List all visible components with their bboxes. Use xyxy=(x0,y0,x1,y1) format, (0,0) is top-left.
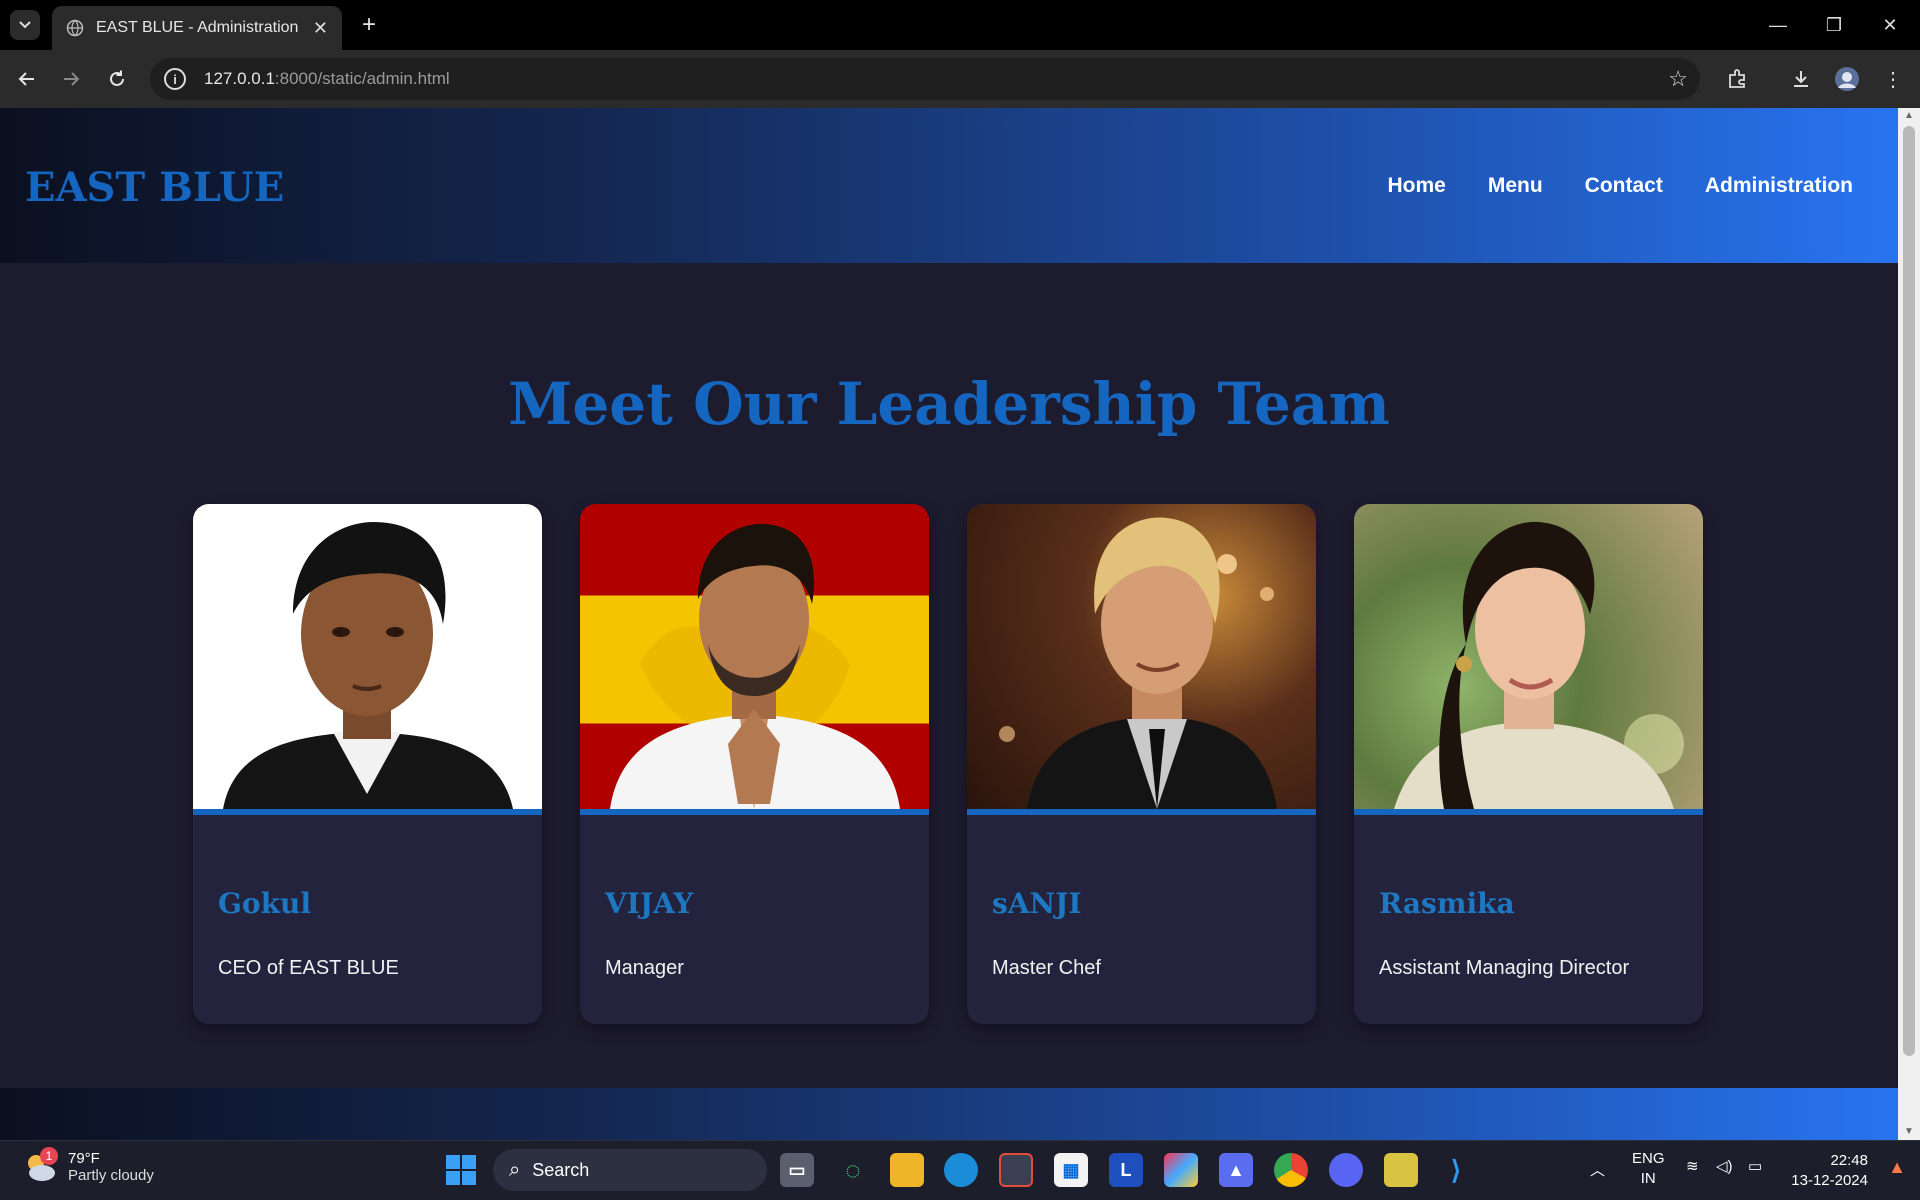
download-icon[interactable] xyxy=(1786,64,1816,94)
team-photo xyxy=(1354,504,1703,809)
member-role: Master Chef xyxy=(992,957,1101,979)
scroll-thumb[interactable] xyxy=(1903,126,1915,1056)
team-photo xyxy=(193,504,542,809)
page-viewport: EAST BLUE Home Menu Contact Administrati… xyxy=(0,108,1898,1140)
site-header: EAST BLUE Home Menu Contact Administrati… xyxy=(0,108,1898,263)
arrow-right-icon xyxy=(64,72,80,86)
member-name: sANJI xyxy=(992,887,1082,920)
team-photo xyxy=(967,504,1316,809)
team-card: sANJI Master Chef xyxy=(967,504,1316,1024)
forward-button[interactable] xyxy=(56,64,86,94)
close-window-button[interactable]: ✕ xyxy=(1862,0,1918,50)
profile-avatar[interactable] xyxy=(1832,64,1862,94)
nav-link-contact[interactable]: Contact xyxy=(1585,174,1663,198)
file-explorer-icon[interactable] xyxy=(890,1153,924,1187)
nav-link-home[interactable]: Home xyxy=(1387,174,1445,198)
site-footer xyxy=(0,1088,1898,1140)
tab-title: EAST BLUE - Administration xyxy=(96,19,299,36)
weather-badge: 1 xyxy=(40,1147,58,1165)
back-button[interactable] xyxy=(12,64,42,94)
new-tab-button[interactable]: + xyxy=(354,10,384,40)
game-app-icon[interactable] xyxy=(1384,1153,1418,1187)
url-path: :8000/static/admin.html xyxy=(274,69,450,88)
member-name: Gokul xyxy=(218,887,311,920)
member-role: Manager xyxy=(605,957,684,979)
reload-icon xyxy=(110,70,124,86)
language-indicator[interactable]: ENG IN xyxy=(1632,1149,1665,1189)
windows-start-icon[interactable] xyxy=(446,1155,476,1185)
member-role: CEO of EAST BLUE xyxy=(218,957,399,979)
url-host: 127.0.0.1 xyxy=(204,69,275,88)
browser-tab-bar: EAST BLUE - Administration ✕ + — ❐ ✕ xyxy=(0,0,1920,50)
search-icon: ⌕ xyxy=(509,1158,521,1181)
kebab-menu-icon[interactable]: ⋮ xyxy=(1878,64,1908,94)
system-clock[interactable]: 22:48 13-12-2024 xyxy=(1791,1151,1868,1191)
team-card: Gokul CEO of EAST BLUE xyxy=(193,504,542,1024)
browser-toolbar: i 127.0.0.1:8000/static/admin.html ☆ ⋮ xyxy=(0,50,1920,108)
team-photo xyxy=(580,504,929,809)
language-region: IN xyxy=(1640,1170,1656,1187)
member-name: VIJAY xyxy=(605,887,694,920)
microsoft-store-icon[interactable]: ▦ xyxy=(1054,1153,1088,1187)
photo-accent-bar xyxy=(193,809,542,815)
section-title: Meet Our Leadership Team xyxy=(508,370,1390,438)
chevron-down-icon xyxy=(19,21,31,29)
address-bar[interactable]: i 127.0.0.1:8000/static/admin.html ☆ xyxy=(150,58,1700,100)
notification-bell-icon[interactable]: ▲ xyxy=(1888,1157,1906,1178)
page-scrollbar[interactable]: ▲ ▼ xyxy=(1898,108,1920,1140)
vscode-icon[interactable]: ⟩ xyxy=(1439,1153,1473,1187)
vpn-app-icon[interactable]: ▲ xyxy=(1219,1153,1253,1187)
reload-button[interactable] xyxy=(102,64,132,94)
minimize-button[interactable]: — xyxy=(1750,0,1806,50)
photo-accent-bar xyxy=(967,809,1316,815)
discord-icon[interactable] xyxy=(1329,1153,1363,1187)
tray-overflow-chevron-icon[interactable]: ︿ xyxy=(1590,1159,1605,1180)
site-info-icon[interactable]: i xyxy=(164,68,186,90)
clock-date: 13-12-2024 xyxy=(1791,1172,1868,1189)
nav-link-administration[interactable]: Administration xyxy=(1705,174,1853,198)
weather-description: Partly cloudy xyxy=(68,1167,154,1184)
chrome-icon[interactable] xyxy=(1274,1153,1308,1187)
member-name: Rasmika xyxy=(1379,887,1515,920)
team-card: Rasmika Assistant Managing Director xyxy=(1354,504,1703,1024)
tab-close-icon[interactable]: ✕ xyxy=(313,18,328,39)
globe-icon xyxy=(66,19,84,37)
weather-temperature: 79°F xyxy=(68,1150,100,1167)
tab-search-button[interactable] xyxy=(10,10,40,40)
edge-browser-icon[interactable] xyxy=(944,1153,978,1187)
copilot-icon[interactable] xyxy=(1164,1153,1198,1187)
taskbar-search[interactable]: ⌕ Search xyxy=(493,1149,767,1191)
language-code: ENG xyxy=(1632,1150,1665,1167)
battery-icon[interactable]: ▭ xyxy=(1748,1157,1762,1175)
team-card: VIJAY Manager xyxy=(580,504,929,1024)
volume-icon[interactable]: ◁) xyxy=(1716,1157,1733,1175)
extensions-icon[interactable] xyxy=(1722,64,1752,94)
spinner-app-icon[interactable]: ◌ xyxy=(836,1153,870,1187)
weather-widget[interactable]: 1 79°F Partly cloudy xyxy=(22,1147,154,1185)
photo-accent-bar xyxy=(1354,809,1703,815)
arrow-left-icon xyxy=(18,72,34,86)
chrome-active-icon[interactable] xyxy=(999,1153,1033,1187)
clock-time: 22:48 xyxy=(1830,1152,1868,1169)
photo-accent-bar xyxy=(580,809,929,815)
main-nav: Home Menu Contact Administration xyxy=(1387,174,1853,198)
bookmark-star-icon[interactable]: ☆ xyxy=(1668,66,1688,92)
scroll-down-arrow-icon[interactable]: ▼ xyxy=(1903,1126,1915,1138)
member-role: Assistant Managing Director xyxy=(1379,957,1630,979)
team-cards: Gokul CEO of EAST BLUE VIJAY Manager sAN… xyxy=(193,504,1703,1024)
taskbar-search-label: Search xyxy=(532,1159,590,1180)
os-taskbar: 1 79°F Partly cloudy ⌕ Search ▭ ◌ ▦ L ▲ … xyxy=(0,1140,1920,1200)
restore-button[interactable]: ❐ xyxy=(1806,0,1862,50)
wifi-icon[interactable]: ≋ xyxy=(1686,1157,1699,1175)
task-view-icon[interactable]: ▭ xyxy=(780,1153,814,1187)
browser-tab-active[interactable]: EAST BLUE - Administration ✕ xyxy=(52,6,342,50)
scroll-up-arrow-icon[interactable]: ▲ xyxy=(1903,110,1915,122)
partly-cloudy-icon: 1 xyxy=(22,1147,58,1185)
l-app-icon[interactable]: L xyxy=(1109,1153,1143,1187)
site-logo[interactable]: EAST BLUE xyxy=(25,164,284,211)
nav-link-menu[interactable]: Menu xyxy=(1488,174,1543,198)
